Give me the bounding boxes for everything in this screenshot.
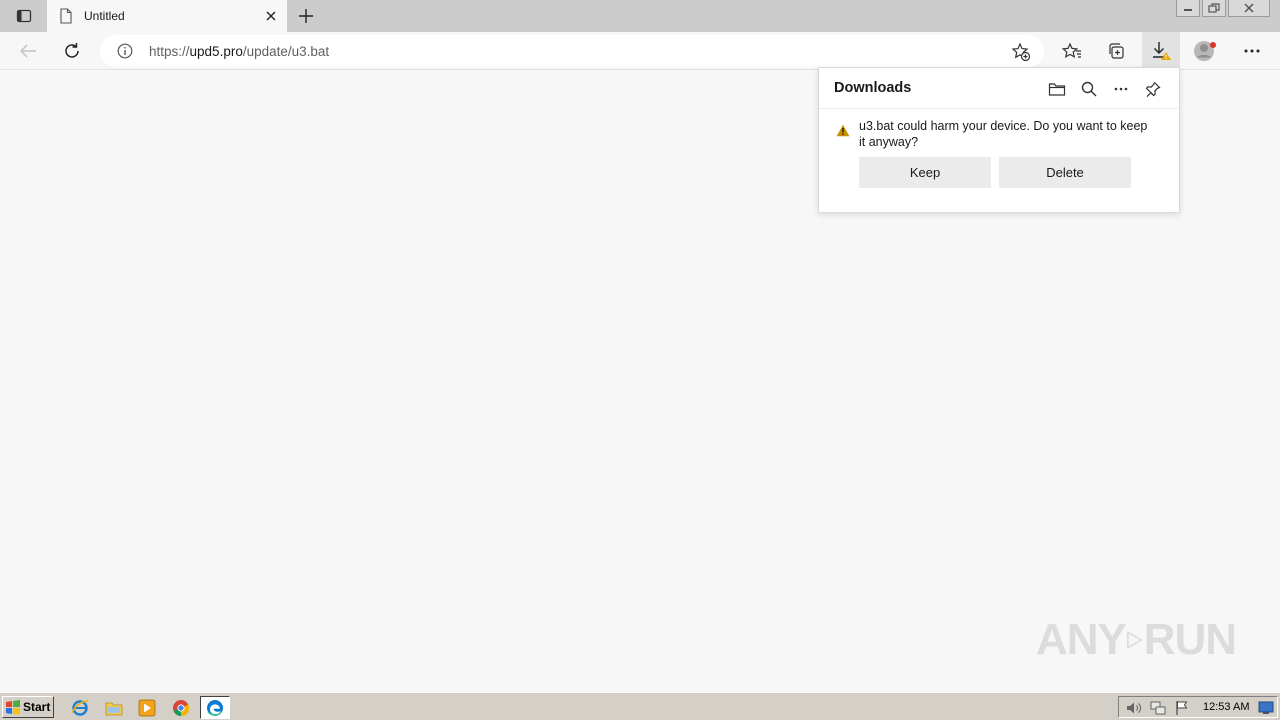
delete-button[interactable]: Delete [999,157,1131,188]
tab-actions-button[interactable] [9,0,39,32]
more-icon [1244,49,1260,53]
refresh-icon [65,43,79,58]
close-icon [1244,3,1254,13]
open-downloads-folder-button[interactable] [1046,78,1068,100]
taskbar: Start 12:53 AM [0,692,1280,720]
warning-icon [836,124,850,137]
taskbar-internet-explorer[interactable] [70,698,90,718]
start-button[interactable]: Start [2,696,54,718]
internet-explorer-icon [71,700,89,716]
downloads-title: Downloads [834,80,912,96]
downloads-more-button[interactable] [1110,78,1132,100]
action-center-button[interactable] [1173,699,1191,717]
tab-actions-icon [16,9,32,23]
restore-icon [1208,3,1220,13]
network-button[interactable] [1149,699,1167,717]
collections-button[interactable] [1100,35,1132,67]
chrome-icon [173,700,190,717]
media-player-icon [138,699,156,717]
favorites-icon [1062,42,1081,58]
site-info-icon[interactable] [117,43,133,59]
url-path: /update/u3.bat [242,44,330,59]
downloads-button[interactable] [1142,32,1180,69]
show-desktop-button[interactable] [1257,699,1275,717]
profile-button[interactable] [1190,35,1222,67]
speaker-icon [1127,702,1141,714]
keep-button[interactable]: Keep [859,157,991,188]
start-label: Start [23,700,51,714]
restore-button[interactable] [1202,0,1226,17]
address-bar[interactable]: https://upd5.pro/update/u3.bat [100,35,1044,67]
watermark-text-right: RUN [1143,615,1237,664]
watermark-text-left: ANY [1036,615,1127,664]
search-icon [1081,81,1097,97]
url-scheme: https:// [149,44,190,59]
close-icon [266,11,276,21]
flag-icon [1176,701,1188,715]
flyout-divider [819,108,1179,109]
more-icon [1114,87,1128,91]
windows-logo-icon [6,700,20,715]
tab-untitled[interactable]: Untitled [47,0,287,32]
taskbar-explorer[interactable] [104,698,124,718]
folder-icon [1048,83,1066,96]
pin-downloads-button[interactable] [1142,78,1164,100]
edge-icon [207,699,223,716]
browser-toolbar: https://upd5.pro/update/u3.bat [0,32,1280,70]
settings-more-button[interactable] [1236,35,1268,67]
anyrun-watermark: ANY RUN [1036,608,1237,672]
window-close-button[interactable] [1228,0,1270,17]
download-warning-message: u3.bat could harm your device. Do you wa… [859,119,1148,149]
favorites-button[interactable] [1056,35,1088,67]
play-logo-icon [1126,631,1143,649]
search-downloads-button[interactable] [1078,78,1100,100]
collections-icon [1109,43,1124,59]
desktop-icon [1258,701,1274,714]
volume-button[interactable] [1125,699,1143,717]
pin-icon [1145,82,1161,97]
window-controls [1176,0,1270,18]
network-icon [1150,701,1166,715]
url-text[interactable]: https://upd5.pro/update/u3.bat [149,44,329,59]
taskbar-edge[interactable] [200,696,230,719]
taskbar-clock[interactable]: 12:53 AM [1203,701,1249,713]
taskbar-media-player[interactable] [137,698,157,718]
taskbar-chrome[interactable] [171,698,191,718]
new-tab-button[interactable] [294,4,318,28]
url-host: upd5.pro [189,44,243,59]
add-favorite-button[interactable] [1010,41,1032,63]
page-icon [59,8,73,24]
folder-icon [105,702,123,716]
tab-strip: Untitled [0,0,1280,32]
tab-close-button[interactable] [261,6,281,26]
back-button[interactable] [12,35,44,67]
tab-title: Untitled [84,9,125,23]
minimize-button[interactable] [1176,0,1200,17]
system-tray: 12:53 AM [1118,696,1278,718]
star-add-icon [1011,42,1031,62]
avatar-icon [1194,41,1216,61]
download-warning-icon [1153,41,1171,60]
refresh-button[interactable] [56,35,88,67]
back-arrow-icon [19,44,36,58]
plus-icon [299,9,313,23]
minimize-icon [1184,9,1192,11]
downloads-flyout: Downloads u3.bat could harm your device.… [818,67,1180,213]
